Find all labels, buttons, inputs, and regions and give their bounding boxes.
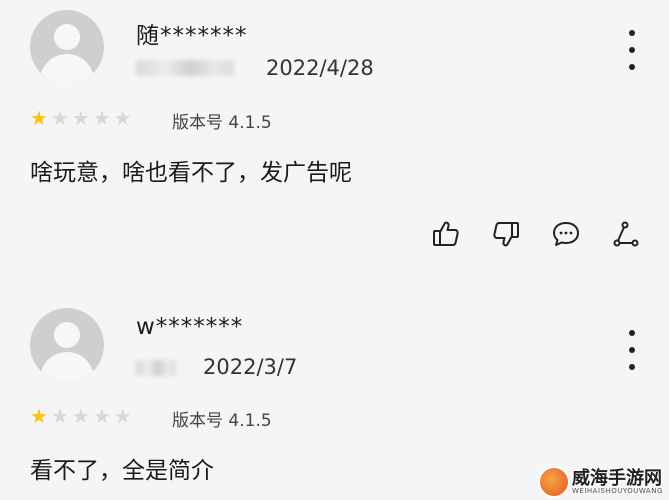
more-vertical-icon[interactable]: [624, 30, 640, 70]
star-icon: ★: [50, 404, 69, 428]
star-icon: ★: [113, 106, 132, 130]
star-rating: ★ ★ ★ ★ ★: [30, 406, 132, 426]
star-icon: ★: [113, 404, 132, 428]
star-icon: ★: [30, 106, 48, 130]
comment-icon[interactable]: [550, 218, 582, 250]
site-watermark: 威海手游网 WEIHAISHOUYOUWANG: [534, 462, 669, 500]
avatar[interactable]: [30, 10, 104, 84]
avatar[interactable]: [30, 308, 104, 382]
share-icon[interactable]: [610, 218, 642, 250]
star-rating: ★ ★ ★ ★ ★: [30, 108, 132, 128]
review-date: 2022/3/7: [203, 355, 298, 379]
blurred-device-info: [136, 360, 176, 376]
star-icon: ★: [71, 404, 90, 428]
review-card: 随******* 2022/4/28 ★ ★ ★ ★ ★ 版本号 4.1.5 啥…: [0, 0, 669, 280]
avatar-head-shape: [54, 24, 80, 50]
avatar-head-shape: [54, 322, 80, 348]
review-content: 看不了，全是简介: [30, 458, 214, 484]
star-icon: ★: [50, 106, 69, 130]
thumbs-down-icon[interactable]: [490, 218, 522, 250]
avatar-body-shape: [40, 54, 94, 84]
username: 随*******: [136, 23, 248, 49]
star-icon: ★: [71, 106, 90, 130]
star-icon: ★: [92, 106, 111, 130]
app-version: 版本号 4.1.5: [172, 113, 272, 133]
username: w*******: [136, 314, 244, 340]
more-vertical-icon[interactable]: [624, 330, 640, 370]
avatar-body-shape: [40, 352, 94, 382]
review-date: 2022/4/28: [266, 56, 374, 80]
review-content: 啥玩意，啥也看不了，发广告呢: [30, 160, 352, 186]
thumbs-up-icon[interactable]: [430, 218, 462, 250]
watermark-subtitle: WEIHAISHOUYOUWANG: [572, 487, 663, 495]
blurred-device-info: [136, 60, 234, 76]
app-version: 版本号 4.1.5: [172, 411, 272, 431]
review-actions: [0, 218, 669, 252]
watermark-logo-icon: [538, 466, 570, 498]
star-icon: ★: [92, 404, 111, 428]
star-icon: ★: [30, 404, 48, 428]
